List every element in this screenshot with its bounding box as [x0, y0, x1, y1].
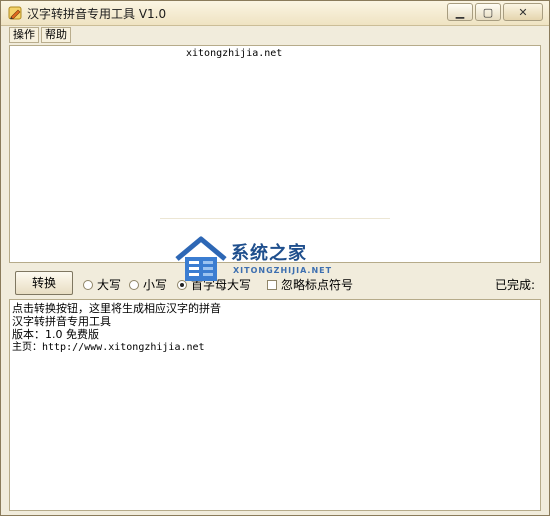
- radio-uppercase[interactable]: 大写: [83, 276, 121, 293]
- maximize-icon: ▢: [482, 5, 494, 19]
- status-label: 已完成:: [494, 278, 535, 292]
- divider: [160, 218, 390, 219]
- menu-operate[interactable]: 操作: [9, 27, 39, 43]
- window-title: 汉字转拼音专用工具 V1.0: [27, 7, 167, 21]
- title-bar[interactable]: 汉字转拼音专用工具 V1.0 ▁ ▢ ✕: [1, 1, 549, 26]
- watermark-url: XITONGZHIJIA.NET: [233, 266, 333, 275]
- maximize-button[interactable]: ▢: [475, 3, 501, 21]
- minimize-icon: ▁: [455, 5, 465, 19]
- convert-button[interactable]: 转换: [15, 271, 73, 295]
- input-textarea[interactable]: xitongzhijia.net: [9, 45, 541, 263]
- input-text-content: xitongzhijia.net: [186, 48, 283, 59]
- menu-help[interactable]: 帮助: [41, 27, 71, 43]
- output-line: 汉字转拼音专用工具: [12, 315, 111, 328]
- radio-label: 小写: [143, 278, 168, 292]
- radio-icon: [83, 279, 93, 290]
- radio-lowercase[interactable]: 小写: [129, 276, 167, 293]
- output-textarea[interactable]: 点击转换按钮，这里将生成相应汉字的拼音 汉字转拼音专用工具 版本：1.0 免费版…: [9, 299, 541, 511]
- close-button[interactable]: ✕: [503, 3, 543, 21]
- window-controls: ▁ ▢ ✕: [447, 3, 543, 21]
- pencil-app-icon: [7, 5, 23, 21]
- output-line: 主页：http://www.xitongzhijia.net: [12, 342, 205, 353]
- watermark: 系统之家 XITONGZHIJIA.NET: [173, 233, 363, 289]
- output-line: 版本：1.0 免费版: [12, 328, 99, 341]
- minimize-button[interactable]: ▁: [447, 3, 473, 21]
- close-icon: ✕: [518, 5, 528, 19]
- house-logo-icon: [175, 236, 227, 281]
- app-window: 汉字转拼音专用工具 V1.0 ▁ ▢ ✕ 操作 帮助 xitongzhijia.…: [0, 0, 550, 516]
- watermark-brand: 系统之家: [231, 243, 307, 264]
- menu-bar: 操作 帮助: [9, 27, 71, 43]
- radio-icon: [129, 279, 139, 290]
- output-line: 点击转换按钮，这里将生成相应汉字的拼音: [12, 302, 221, 315]
- radio-label: 大写: [97, 278, 122, 292]
